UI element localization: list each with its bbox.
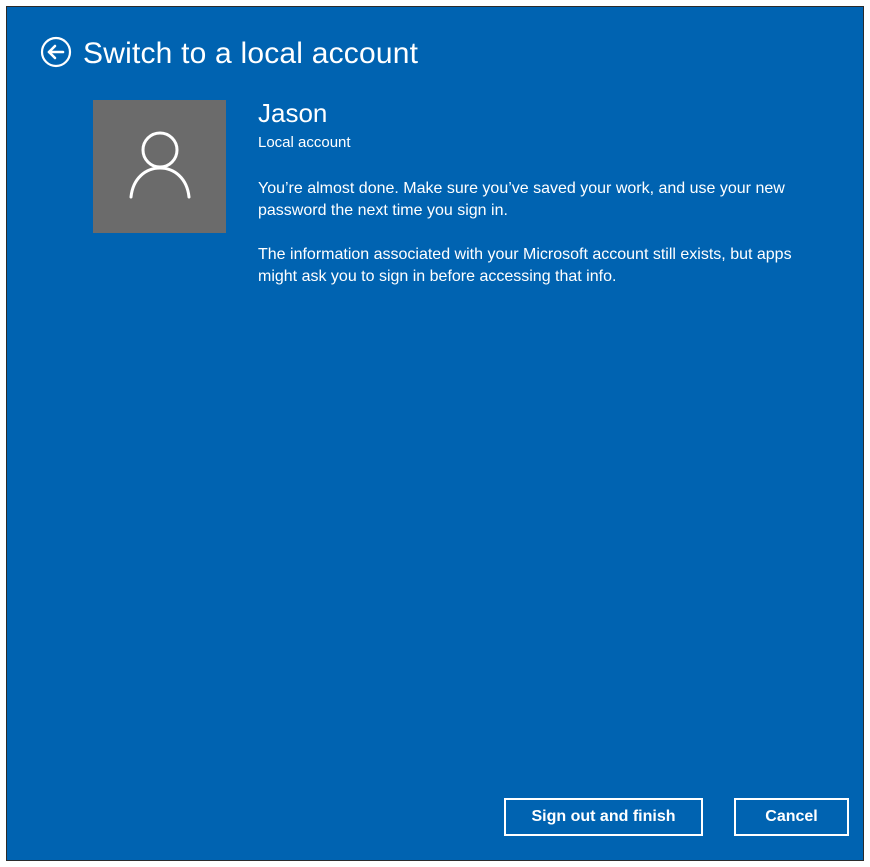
avatar (93, 100, 226, 233)
user-name: Jason (258, 98, 328, 128)
header: Switch to a local account (39, 36, 419, 73)
back-arrow-circle-icon (40, 36, 72, 73)
cancel-button[interactable]: Cancel (734, 798, 849, 836)
account-type: Local account (258, 134, 351, 151)
page-title: Switch to a local account (83, 37, 419, 70)
message-almost-done: You’re almost done. Make sure you’ve sav… (258, 180, 785, 219)
user-silhouette-icon (128, 128, 192, 205)
sign-out-and-finish-button[interactable]: Sign out and finish (504, 798, 703, 836)
switch-account-dialog: Switch to a local account Jason Local ac… (6, 6, 864, 861)
message-microsoft-account-info: The information associated with your Mic… (258, 246, 792, 285)
account-info: Jason Local account You’re almost done. … (258, 97, 828, 288)
back-button[interactable] (39, 36, 73, 73)
